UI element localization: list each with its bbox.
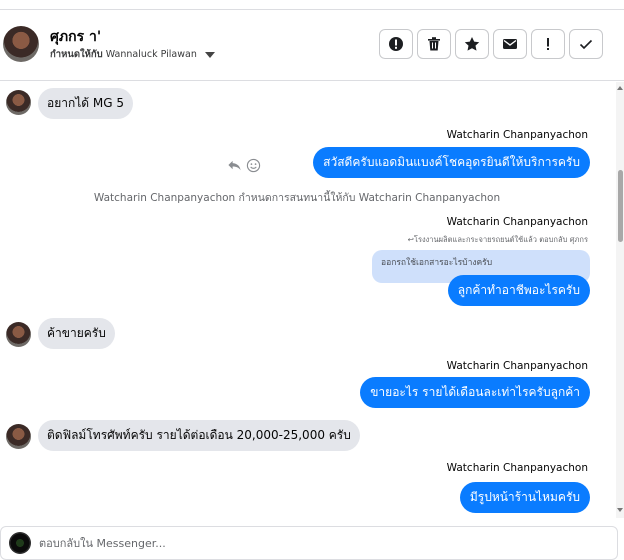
incoming-message[interactable]: ติดฟิลม์โทรศัพท์ครับ รายได้ต่อเดือน 20,0… <box>38 420 360 451</box>
conversation-header: ศุภกร า' กำหนดให้กับ Wannaluck Pilawan <box>0 10 624 81</box>
spam-button[interactable] <box>379 29 413 59</box>
exclamation-icon <box>547 38 549 50</box>
checkmark-icon <box>579 39 593 50</box>
scroll-down-arrow-icon[interactable] <box>617 508 623 512</box>
delete-button[interactable] <box>417 29 451 59</box>
reply-icon[interactable] <box>227 158 242 173</box>
system-notice: Watcharin Chanpanyachon กำหนดการสนทนานี้… <box>93 192 501 204</box>
reply-composer <box>0 526 618 560</box>
star-button[interactable] <box>455 29 489 59</box>
header-actions <box>379 29 603 59</box>
scroll-up-arrow-icon[interactable] <box>617 86 623 90</box>
contact-name[interactable]: ศุภกร า' <box>50 26 101 48</box>
outgoing-message[interactable]: มีรูปหน้าร้านไหมครับ <box>459 482 590 513</box>
alert-circle-icon <box>389 37 403 51</box>
caret-down-icon <box>204 51 215 58</box>
assigned-to-name: Wannaluck Pilawan <box>105 49 197 60</box>
star-icon <box>464 37 480 51</box>
contact-avatar-small[interactable] <box>6 322 31 347</box>
assigned-label: กำหนดให้กับ <box>50 49 103 60</box>
sender-name: Watcharin Chanpanyachon <box>446 216 588 228</box>
reply-context: ↩โรงงานผลิตและกระจายรถยนต์ใช้แล้ว ตอบกลั… <box>407 235 588 244</box>
assignment-dropdown[interactable]: กำหนดให้กับ Wannaluck Pilawan <box>50 47 215 62</box>
mark-done-button[interactable] <box>569 29 603 59</box>
incoming-message[interactable]: ค้าขายครับ <box>38 318 115 349</box>
outgoing-message[interactable]: ขายอะไร รายได้เดือนละเท่าไรครับลูกค้า <box>360 377 590 408</box>
thread-scrollbar[interactable] <box>616 82 624 518</box>
contact-avatar-small[interactable] <box>6 424 31 449</box>
message-tools <box>227 158 261 173</box>
top-divider <box>0 0 624 10</box>
sender-name: Watcharin Chanpanyachon <box>446 462 588 474</box>
follow-up-button[interactable] <box>531 29 565 59</box>
incoming-message[interactable]: อยากได้ MG 5 <box>38 88 133 119</box>
contact-avatar-small[interactable] <box>6 90 31 115</box>
message-thread: อยากได้ MG 5 Watcharin Chanpanyachon สวั… <box>0 82 616 518</box>
sender-name: Watcharin Chanpanyachon <box>446 360 588 372</box>
contact-avatar[interactable] <box>3 26 39 62</box>
reply-input[interactable] <box>39 533 599 553</box>
outgoing-message[interactable]: สวัสดีครับแอดมินแบงค์โชคอุดรยินดีให้บริก… <box>313 147 590 178</box>
emoji-icon[interactable] <box>246 158 261 173</box>
trash-icon <box>428 37 440 51</box>
outgoing-message[interactable]: ลูกค้าทำอาชีพอะไรครับ <box>447 275 590 306</box>
sender-name: Watcharin Chanpanyachon <box>446 129 588 141</box>
envelope-icon <box>503 39 517 49</box>
page-avatar <box>9 532 31 554</box>
scrollbar-thumb[interactable] <box>618 170 623 242</box>
mark-unread-button[interactable] <box>493 29 527 59</box>
